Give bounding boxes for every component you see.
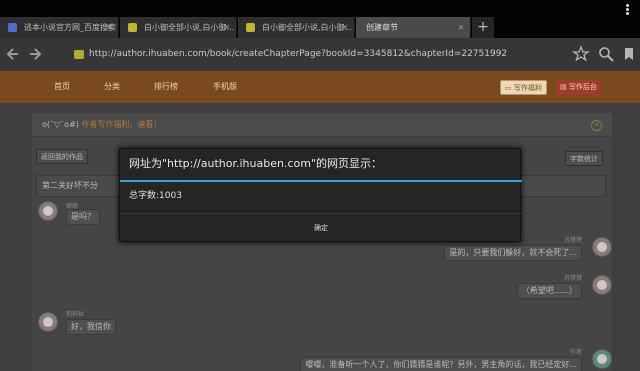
tab-title: 创建章节: [366, 23, 398, 32]
baidu-favicon: [8, 23, 17, 32]
site-nav-bar: 首页 分类 排行榜 手机版 ▭ 写作福利 ▤ 写作后台: [0, 71, 640, 103]
bookmark-icon[interactable]: [620, 45, 638, 63]
speaker-name: 苏黛黛: [563, 237, 582, 244]
back-to-works-button[interactable]: 返回我的作品: [36, 149, 88, 164]
star-icon[interactable]: [572, 45, 590, 63]
tab-title: 白小御全部小说,白小御...: [144, 23, 235, 32]
tab-close-icon[interactable]: ✕: [104, 17, 114, 38]
dialog-message: 总字数:1003: [129, 191, 182, 201]
nav-category[interactable]: 分类: [104, 71, 120, 103]
nav-mobile[interactable]: 手机版: [213, 71, 237, 103]
message-bubble[interactable]: 是的，只要我们躲好，就不会死了...: [444, 245, 582, 261]
address-bar[interactable]: http://author.ihuaben.com/book/createCha…: [64, 45, 544, 64]
avatar: [592, 275, 612, 295]
dialog-divider: [120, 180, 522, 182]
site-favicon: [74, 50, 84, 59]
nav-ranking[interactable]: 排行榜: [154, 71, 178, 103]
list-item: 作者 嘤嘤，准备听一个人了，你们猜猜是谁呢？另外，男主角的话，我已经定好...: [272, 347, 612, 371]
nav-home[interactable]: 首页: [54, 71, 70, 103]
avatar: [38, 312, 58, 332]
arrow-left-icon[interactable]: [4, 45, 22, 63]
message-bubble[interactable]: 是吗？: [66, 209, 100, 225]
url-text[interactable]: http://author.ihuaben.com/book/createCha…: [89, 45, 507, 64]
avatar: [592, 349, 612, 369]
notice-text[interactable]: o(¯▽¯o#) 作者写作福利，速看！: [42, 113, 161, 137]
ihuaben-favicon: [246, 23, 255, 32]
list-item: 莉莉丝 好，我信你: [38, 309, 188, 349]
tab-author-page-2[interactable]: 白小御全部小说,白小御... ✕: [238, 17, 355, 38]
overflow-menu-icon[interactable]: [624, 3, 630, 15]
tab-strip: 逃本小说官方网_百度搜索 ✕ 白小御全部小说,白小御... ✕ 白小御全部小说,…: [0, 0, 640, 38]
speaker-name: 作者: [569, 349, 582, 356]
browser-window: 逃本小说官方网_百度搜索 ✕ 白小御全部小说,白小御... ✕ 白小御全部小说,…: [0, 0, 640, 371]
list-item: 苏黛黛 （希望吧......）: [412, 273, 612, 313]
search-icon[interactable]: [597, 45, 615, 63]
ihuaben-favicon: [128, 23, 137, 32]
ok-button[interactable]: 确定: [120, 214, 522, 242]
message-bubble[interactable]: 好，我信你: [66, 319, 116, 335]
tab-close-icon[interactable]: ✕: [340, 17, 350, 38]
message-bubble[interactable]: （希望吧......）: [516, 283, 582, 299]
word-count-button[interactable]: 字数统计: [565, 151, 603, 166]
close-notice-icon[interactable]: ✕: [591, 120, 602, 131]
alert-dialog: 网址为"http://author.ihuaben.com"的网页显示： 总字数…: [119, 148, 522, 242]
tab-close-icon[interactable]: ✕: [456, 17, 466, 38]
avatar: [38, 201, 58, 221]
tab-author-page-1[interactable]: 白小御全部小说,白小御... ✕: [120, 17, 237, 38]
avatar: [592, 237, 612, 257]
tab-baidu-search[interactable]: 逃本小说官方网_百度搜索 ✕: [0, 17, 119, 38]
new-tab-button[interactable]: +: [472, 17, 494, 38]
writing-welfare-button[interactable]: ▭ 写作福利: [500, 80, 547, 95]
tab-create-chapter[interactable]: 创建章节 ✕: [356, 17, 471, 38]
tab-title: 逃本小说官方网_百度搜索: [24, 23, 116, 32]
speaker-name: 苏黛黛: [563, 275, 582, 282]
dialog-title: 网址为"http://author.ihuaben.com"的网页显示：: [129, 157, 383, 170]
welfare-notice: o(¯▽¯o#) 作者写作福利，速看！ ✕: [32, 113, 612, 137]
message-bubble[interactable]: 嘤嘤，准备听一个人了，你们猜猜是谁呢？另外，男主角的话，我已经定好...: [300, 357, 582, 371]
tab-title: 白小御全部小说,白小御...: [262, 23, 353, 32]
tab-close-icon[interactable]: ✕: [222, 17, 232, 38]
writing-backend-button[interactable]: ▤ 写作后台: [556, 80, 601, 95]
browser-toolbar: http://author.ihuaben.com/book/createCha…: [0, 38, 640, 71]
speaker-name: 莉莉丝: [66, 311, 85, 318]
arrow-right-icon[interactable]: [26, 45, 44, 63]
